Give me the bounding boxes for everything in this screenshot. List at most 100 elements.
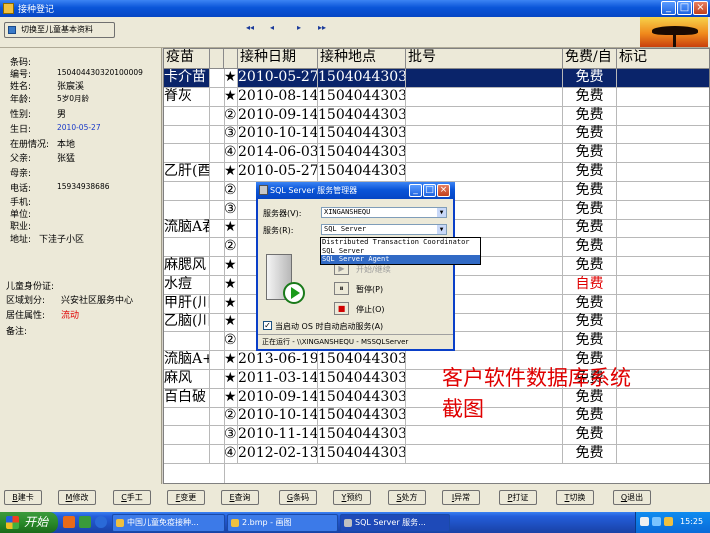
grid-cell-r12-c0[interactable]: 甲肝(川: [164, 294, 210, 314]
dialog-minimize-button[interactable]: _: [409, 184, 422, 197]
grid-cell-r2-c5[interactable]: 免费: [563, 106, 617, 126]
quicklaunch-icon-1[interactable]: [63, 516, 75, 528]
grid-cell-r5-c4[interactable]: [406, 163, 563, 182]
grid-cell-r2-c2[interactable]: 2010-09-14: [238, 106, 318, 126]
grid-cell-r10-c6[interactable]: [617, 257, 709, 276]
grid-cell-r17-c3[interactable]: 1504044303: [318, 388, 406, 408]
grid-cell-r10-c5[interactable]: 免费: [563, 257, 617, 276]
grid-cell-r16-c0[interactable]: 麻风: [164, 369, 210, 389]
grid-cell-r7-c5[interactable]: 免费: [563, 200, 617, 220]
grid-cell-r1-c0[interactable]: 脊灰: [164, 87, 210, 107]
grid-cell-r5-c0[interactable]: 乙肝(酉: [164, 163, 210, 182]
grid-cell-r3-c6[interactable]: [617, 125, 709, 145]
nav-prev-button[interactable]: ◂: [265, 23, 279, 33]
autostart-checkbox[interactable]: ✓: [263, 321, 272, 330]
grid-cell-r5-c6[interactable]: [617, 163, 709, 182]
grid-cell-r15-c0[interactable]: 流脑A+: [164, 351, 210, 370]
grid-cell-r20-c4[interactable]: [406, 445, 563, 464]
grid-cell-r19-c6[interactable]: [617, 426, 709, 446]
grid-cell-r19-c4[interactable]: [406, 426, 563, 446]
header-mark[interactable]: 标记: [617, 49, 709, 69]
header-blank[interactable]: [210, 49, 224, 69]
grid-cell-r2-c6[interactable]: [617, 107, 709, 126]
grid-cell-r9-c6[interactable]: [617, 238, 709, 258]
grid-cell-r7-c0[interactable]: [164, 200, 210, 220]
grid-cell-r17-c2[interactable]: 2010-09-14: [238, 388, 318, 408]
grid-cell-r3-c2[interactable]: 2010-10-14: [238, 125, 318, 145]
grid-cell-r5-c3[interactable]: 1504044303: [318, 163, 406, 182]
header-blank-2[interactable]: [224, 49, 238, 69]
bottom-button-i[interactable]: I异常: [442, 490, 480, 505]
pause-button[interactable]: ⏸: [334, 282, 349, 295]
dialog-close-button[interactable]: ×: [437, 184, 450, 197]
grid-cell-r16-c3[interactable]: 1504044303: [318, 369, 406, 389]
grid-cell-r20-c6[interactable]: [617, 445, 709, 464]
grid-cell-r11-c6[interactable]: [617, 276, 709, 295]
grid-cell-r2-c4[interactable]: [406, 106, 563, 126]
service-combobox[interactable]: SQL Server ▼: [321, 224, 447, 235]
grid-cell-r4-c5[interactable]: 免费: [563, 144, 617, 164]
start-button[interactable]: 开始: [0, 512, 58, 533]
grid-cell-r12-c5[interactable]: 免费: [563, 294, 617, 314]
grid-cell-r6-c5[interactable]: 免费: [563, 181, 617, 201]
service-option-sqlserver[interactable]: SQL Server: [321, 247, 480, 256]
grid-cell-r3-c0[interactable]: [164, 125, 210, 145]
grid-cell-r1-c5[interactable]: 免费: [563, 87, 617, 107]
grid-cell-r8-c5[interactable]: 免费: [563, 219, 617, 239]
grid-cell-r15-c3[interactable]: 1504044303: [318, 351, 406, 370]
stop-button[interactable]: ■: [334, 302, 349, 315]
grid-cell-r4-c6[interactable]: [617, 144, 709, 164]
bottom-button-p[interactable]: P打证: [499, 490, 537, 505]
grid-cell-r0-c3[interactable]: 1504044303: [318, 69, 406, 88]
bottom-button-q[interactable]: Q退出: [613, 490, 651, 505]
task-sql-service-manager[interactable]: SQL Server 服务...: [340, 514, 450, 532]
grid-cell-r7-c6[interactable]: [617, 201, 709, 220]
server-combobox[interactable]: XINGANSHEQU ▼: [321, 207, 447, 218]
grid-cell-r0-c2[interactable]: 2010-05-27: [238, 69, 318, 88]
grid-cell-r1-c3[interactable]: 1504044303: [318, 87, 406, 107]
grid-cell-r5-c5[interactable]: 免费: [563, 163, 617, 182]
grid-cell-r9-c5[interactable]: 免费: [563, 238, 617, 258]
grid-cell-r0-c0[interactable]: 卡介苗: [164, 69, 210, 88]
grid-cell-r5-c2[interactable]: 2010-05-27: [238, 163, 318, 182]
minimize-button[interactable]: _: [661, 1, 676, 15]
grid-cell-r14-c5[interactable]: 免费: [563, 332, 617, 352]
header-date[interactable]: 接种日期: [238, 49, 318, 69]
grid-cell-r18-c3[interactable]: 1504044303: [318, 407, 406, 427]
grid-cell-r19-c5[interactable]: 免费: [563, 426, 617, 446]
grid-cell-r4-c3[interactable]: 1504044303: [318, 144, 406, 164]
grid-cell-r3-c5[interactable]: 免费: [563, 125, 617, 145]
grid-cell-r12-c6[interactable]: [617, 295, 709, 314]
bottom-button-s[interactable]: S处方: [388, 490, 426, 505]
grid-cell-r19-c0[interactable]: [164, 426, 210, 446]
grid-cell-r13-c5[interactable]: 免费: [563, 313, 617, 333]
grid-cell-r4-c4[interactable]: [406, 144, 563, 164]
grid-cell-r13-c0[interactable]: 乙脑(川: [164, 313, 210, 333]
tray-icon-1[interactable]: [640, 517, 649, 526]
quicklaunch-ie-icon[interactable]: [95, 516, 107, 528]
nav-first-button[interactable]: ◂◂: [243, 23, 257, 33]
grid-cell-r18-c0[interactable]: [164, 407, 210, 427]
service-option-agent[interactable]: SQL Server Agent: [321, 255, 480, 265]
maximize-button[interactable]: □: [677, 1, 692, 15]
grid-cell-r8-c0[interactable]: 流脑A君: [164, 219, 210, 239]
grid-cell-r14-c0[interactable]: [164, 332, 210, 352]
grid-cell-r1-c6[interactable]: [617, 88, 709, 107]
grid-cell-r14-c6[interactable]: [617, 332, 709, 352]
service-option-dtc[interactable]: Distributed Transaction Coordinator: [321, 238, 480, 247]
grid-cell-r16-c2[interactable]: 2011-03-14: [238, 369, 318, 389]
grid-cell-r17-c0[interactable]: 百白破: [164, 388, 210, 408]
switch-to-profile-button[interactable]: 切换至儿童基本资料: [4, 22, 115, 38]
grid-cell-r20-c3[interactable]: 1504044303: [318, 445, 406, 464]
tray-icon-3[interactable]: [664, 517, 673, 526]
grid-cell-r2-c0[interactable]: [164, 106, 210, 126]
grid-cell-r1-c2[interactable]: 2010-08-14: [238, 87, 318, 107]
grid-cell-r11-c0[interactable]: 水痘: [164, 275, 210, 295]
header-batch[interactable]: 批号: [406, 49, 563, 69]
bottom-button-t[interactable]: T切换: [556, 490, 594, 505]
grid-cell-r0-c6[interactable]: [617, 69, 709, 88]
grid-cell-r18-c5[interactable]: 免费: [563, 407, 617, 427]
header-free[interactable]: 免费/自: [563, 49, 617, 69]
grid-cell-r20-c5[interactable]: 免费: [563, 445, 617, 464]
nav-next-button[interactable]: ▸: [292, 23, 306, 33]
